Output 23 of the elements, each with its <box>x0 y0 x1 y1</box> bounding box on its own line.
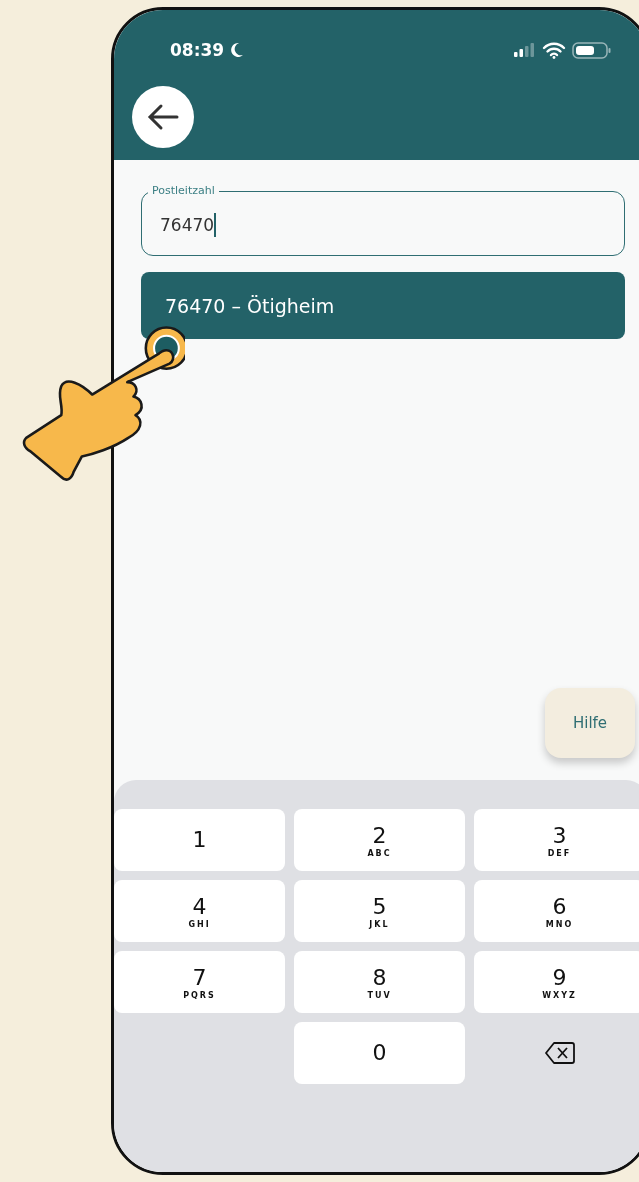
keypad-key[interactable]: 1 <box>114 809 285 871</box>
keypad-key[interactable]: 7 PQRS <box>114 951 285 1013</box>
signal-icon <box>514 43 536 57</box>
status-time: 08:39 <box>170 40 225 60</box>
moon-icon <box>230 42 245 58</box>
keypad-key[interactable]: 5 JKL <box>294 880 465 942</box>
keypad-key[interactable]: 9 WXYZ <box>474 951 639 1013</box>
keypad-key[interactable]: 2 ABC <box>294 809 465 871</box>
text-cursor <box>214 213 217 237</box>
help-button[interactable]: Hilfe <box>545 688 635 758</box>
suggestion-item[interactable]: 76470 – Ötigheim <box>141 272 625 339</box>
keypad-key[interactable]: 0 <box>294 1022 465 1084</box>
backspace-icon[interactable] <box>544 1042 575 1064</box>
battery-icon <box>572 41 612 59</box>
postcode-field[interactable]: Postleitzahl 76470 <box>141 183 625 256</box>
keypad-key[interactable]: 4 GHI <box>114 880 285 942</box>
back-arrow-icon <box>147 103 179 131</box>
keypad-key[interactable]: 3 DEF <box>474 809 639 871</box>
wifi-icon <box>542 41 566 59</box>
keypad-key[interactable]: 8 TUV <box>294 951 465 1013</box>
field-value: 76470 <box>160 215 215 235</box>
field-label: Postleitzahl <box>151 183 216 199</box>
keypad-key[interactable]: 6 MNO <box>474 880 639 942</box>
